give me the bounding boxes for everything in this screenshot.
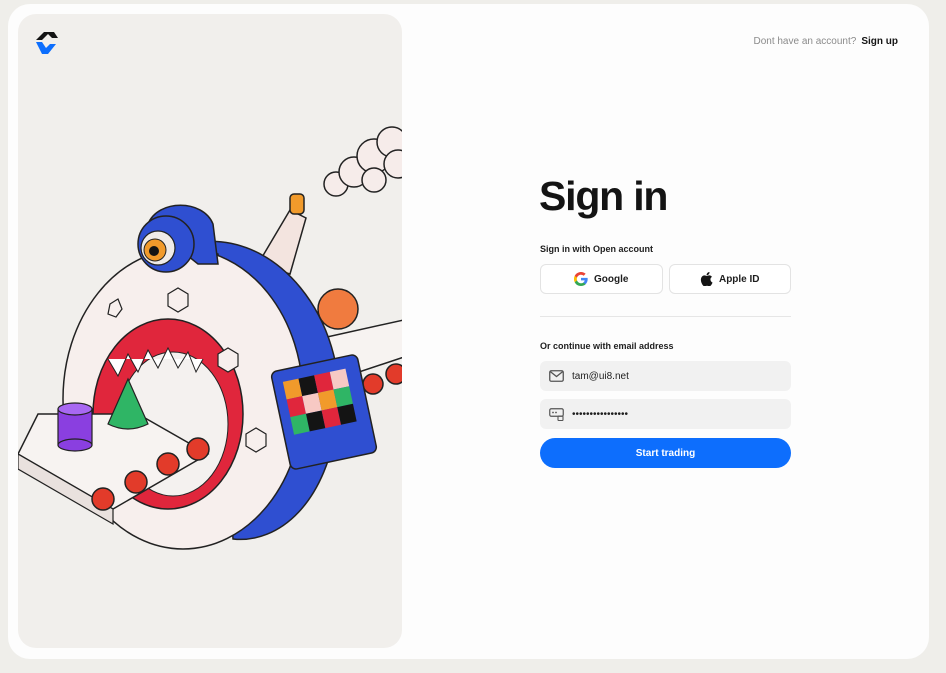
google-button[interactable]: Google — [540, 264, 663, 294]
open-account-label: Sign in with Open account — [540, 244, 654, 254]
smoke-cloud — [323, 126, 402, 197]
sign-in-form: Sign in Sign in with Open account Google… — [539, 173, 791, 468]
email-input[interactable] — [572, 370, 772, 382]
mail-icon — [549, 370, 564, 382]
divider — [540, 316, 791, 317]
start-trading-button[interactable]: Start trading — [540, 438, 791, 468]
signup-link[interactable]: Sign up — [861, 36, 898, 47]
social-login-group: Google Apple ID — [540, 264, 791, 294]
email-section-label: Or continue with email address — [540, 341, 674, 351]
sign-in-card: Dont have an account? Sign up Sign in Si… — [8, 4, 929, 659]
illustration-panel — [18, 14, 402, 648]
email-field[interactable] — [540, 361, 791, 391]
signup-prompt-text: Dont have an account? — [753, 36, 857, 47]
signup-prompt: Dont have an account? Sign up — [753, 36, 898, 47]
robot-eye — [137, 204, 219, 273]
brand-logo-icon[interactable] — [32, 30, 60, 58]
apple-icon — [700, 272, 713, 286]
password-icon — [549, 407, 564, 421]
page-title: Sign in — [539, 173, 668, 219]
apple-button-label: Apple ID — [718, 273, 760, 285]
purple-cylinder — [57, 402, 93, 452]
google-button-label: Google — [594, 273, 629, 285]
robot-machine-illustration — [18, 126, 402, 550]
apple-id-button[interactable]: Apple ID — [668, 264, 791, 294]
password-field[interactable] — [540, 399, 791, 429]
google-icon — [574, 272, 588, 286]
password-input[interactable] — [572, 408, 772, 420]
